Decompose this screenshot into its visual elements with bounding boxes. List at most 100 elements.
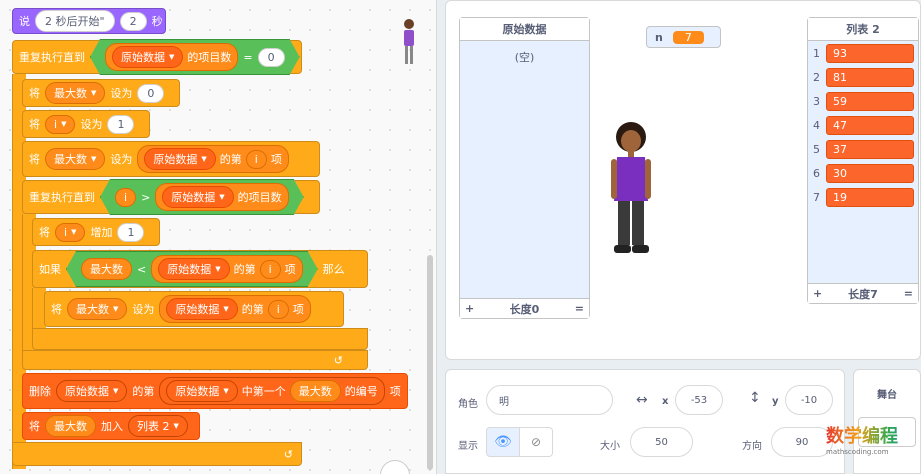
variable-dropdown[interactable]: i ▼	[45, 114, 76, 134]
list-item[interactable]: 3 59	[808, 89, 918, 113]
list-items: 1 93 2 81 3 59 4 47 5 37 6 30 7 19	[808, 41, 918, 209]
sprite-info-panel: 角色 明 ↔ x -53 ↕ y -10 显示 👁 ⊘ 大小 50 方向 90	[445, 369, 845, 474]
loop-arrow-icon: ↺	[333, 353, 343, 367]
item-of-list-reporter[interactable]: 原始数据 ▼ 的第 i 项	[151, 255, 302, 283]
list-item[interactable]: 5 37	[808, 137, 918, 161]
chevron-down-icon: ▼	[173, 422, 179, 430]
list-monitor-list2[interactable]: 列表 2 1 93 2 81 3 59 4 47 5 37 6 30 7 19 + 长度7 =	[807, 17, 919, 304]
block-label: 增加	[90, 226, 113, 239]
set-variable-block[interactable]: 将 最大数 ▼ 设为 原始数据 ▼ 的第 i 项	[22, 141, 320, 177]
list-item[interactable]: 6 30	[808, 161, 918, 185]
add-item-button[interactable]: +	[465, 302, 474, 315]
variable-monitor-n[interactable]: n 7	[646, 26, 721, 48]
block-label: 将	[29, 87, 40, 100]
vertical-scrollbar[interactable]	[427, 255, 433, 470]
stage[interactable]: 原始数据 (空) + 长度0 = n 7 列表 2 1 93 2 81 3 59 44…	[445, 0, 921, 360]
variable-reporter[interactable]: 最大数	[289, 380, 341, 402]
list-length-reporter[interactable]: 原始数据 ▼ 的项目数	[105, 43, 238, 71]
block-label: 设为	[132, 303, 155, 316]
variable-name: i	[64, 225, 68, 239]
list-item[interactable]: 7 19	[808, 185, 918, 209]
repeat-until-block[interactable]: 重复执行直到 原始数据 ▼ 的项目数 = 0	[12, 40, 302, 74]
variable-reporter[interactable]: i	[115, 188, 136, 207]
set-variable-block[interactable]: 将 i ▼ 设为 1	[22, 110, 150, 138]
set-variable-block[interactable]: 将 最大数 ▼ 设为 0	[22, 79, 180, 107]
monitor-title: 原始数据	[460, 18, 589, 41]
variable-dropdown[interactable]: i ▼	[55, 222, 86, 242]
y-label: y	[772, 396, 779, 407]
resize-handle[interactable]: =	[575, 302, 584, 315]
set-variable-block[interactable]: 将 最大数 ▼ 设为 原始数据 ▼ 的第 i 项	[44, 291, 344, 327]
chevron-down-icon: ▼	[215, 265, 221, 273]
sprite-character[interactable]	[609, 119, 657, 264]
block-label: 项	[284, 263, 296, 276]
op-label: <	[137, 262, 147, 276]
equals-operator[interactable]: 原始数据 ▼ 的项目数 = 0	[90, 39, 300, 75]
item-of-list-reporter[interactable]: 原始数据 ▼ 的第 i 项	[159, 295, 311, 323]
y-input[interactable]: -10	[785, 385, 833, 415]
list-dropdown[interactable]: 原始数据	[175, 383, 219, 399]
block-label: 项	[270, 153, 282, 166]
variable-dropdown[interactable]: 最大数 ▼	[67, 298, 128, 320]
code-area[interactable]: 说 2 秒后开始" 2 秒 重复执行直到 原始数据 ▼ 的项目数 = 0 将 最大…	[0, 0, 437, 474]
chevron-down-icon: ▼	[71, 228, 77, 236]
block-label: 的第	[219, 153, 242, 166]
list-dropdown[interactable]: 原始数据	[175, 301, 219, 317]
say-label: 说	[19, 15, 30, 28]
chevron-down-icon: ▼	[113, 305, 119, 313]
variable-dropdown[interactable]: 最大数 ▼	[45, 82, 106, 104]
resize-handle[interactable]: =	[904, 287, 913, 300]
value-input[interactable]: 1	[107, 114, 135, 134]
say-block[interactable]: 说 2 秒后开始" 2 秒	[12, 8, 166, 34]
less-than-operator[interactable]: 最大数 < 原始数据 ▼ 的第 i 项	[66, 251, 318, 287]
say-secs-input[interactable]: 2	[119, 11, 147, 31]
then-label: 那么	[322, 263, 345, 276]
list-dropdown[interactable]: 原始数据	[65, 383, 109, 399]
hide-eye-icon[interactable]: ⊘	[519, 427, 553, 457]
list-item[interactable]: 2 81	[808, 65, 918, 89]
greater-than-operator[interactable]: i > 原始数据 ▼ 的项目数	[100, 179, 304, 215]
show-eye-icon[interactable]: 👁	[486, 427, 520, 457]
x-input[interactable]: -53	[675, 385, 723, 415]
list-dropdown[interactable]: 列表 2	[137, 418, 170, 434]
add-to-list-block[interactable]: 将 最大数 加入 列表 2 ▼	[22, 412, 200, 440]
list-dropdown[interactable]: 原始数据	[171, 189, 215, 205]
repeat-end: ↺	[12, 442, 302, 466]
list-dropdown[interactable]: 原始数据	[167, 261, 211, 277]
list-dropdown[interactable]: 原始数据	[121, 49, 165, 65]
block-label: 将	[29, 420, 40, 433]
value-input[interactable]: 1	[117, 222, 145, 242]
length-label: 长度7	[848, 287, 878, 301]
variable-dropdown[interactable]: 最大数 ▼	[45, 148, 106, 170]
x-label: x	[662, 396, 669, 407]
variable-reporter[interactable]: i	[267, 299, 289, 319]
if-block[interactable]: 如果 最大数 < 原始数据 ▼ 的第 i 项 那么	[32, 250, 368, 288]
stage-label: 舞台	[877, 390, 897, 401]
sprite-name-input[interactable]: 明	[486, 385, 613, 415]
block-label: 设为	[110, 87, 133, 100]
size-input[interactable]: 50	[630, 427, 693, 457]
value-input[interactable]: 0	[137, 83, 165, 103]
if-label: 如果	[39, 263, 61, 276]
list-dropdown[interactable]: 原始数据	[153, 151, 197, 167]
value-input[interactable]: 0	[258, 48, 285, 67]
block-label: 将	[39, 226, 50, 239]
item-num-reporter[interactable]: 原始数据 ▼ 中第一个 最大数 的编号	[159, 377, 385, 405]
list-item[interactable]: 4 47	[808, 113, 918, 137]
variable-reporter[interactable]: i	[260, 260, 281, 279]
direction-input[interactable]: 90	[771, 427, 833, 457]
repeat-until-block[interactable]: 重复执行直到 i > 原始数据 ▼ 的项目数	[22, 180, 320, 214]
say-text-input[interactable]: 2 秒后开始"	[35, 10, 115, 32]
delete-block[interactable]: 删除 原始数据 ▼ 的第 原始数据 ▼ 中第一个 最大数 的编号 项	[22, 373, 408, 409]
variable-reporter[interactable]: 最大数	[45, 415, 96, 437]
add-item-button[interactable]: +	[813, 287, 822, 300]
op-label: >	[141, 190, 151, 204]
zoom-button[interactable]	[380, 460, 410, 474]
variable-reporter[interactable]: i	[245, 149, 267, 169]
change-variable-block[interactable]: 将 i ▼ 增加 1	[32, 218, 160, 246]
variable-reporter[interactable]: 最大数	[81, 258, 132, 280]
list-monitor-original[interactable]: 原始数据 (空) + 长度0 =	[459, 17, 590, 319]
item-of-list-reporter[interactable]: 原始数据 ▼ 的第 i 项	[137, 145, 289, 173]
list-length-reporter[interactable]: 原始数据 ▼ 的项目数	[155, 183, 288, 211]
list-item[interactable]: 1 93	[808, 41, 918, 65]
